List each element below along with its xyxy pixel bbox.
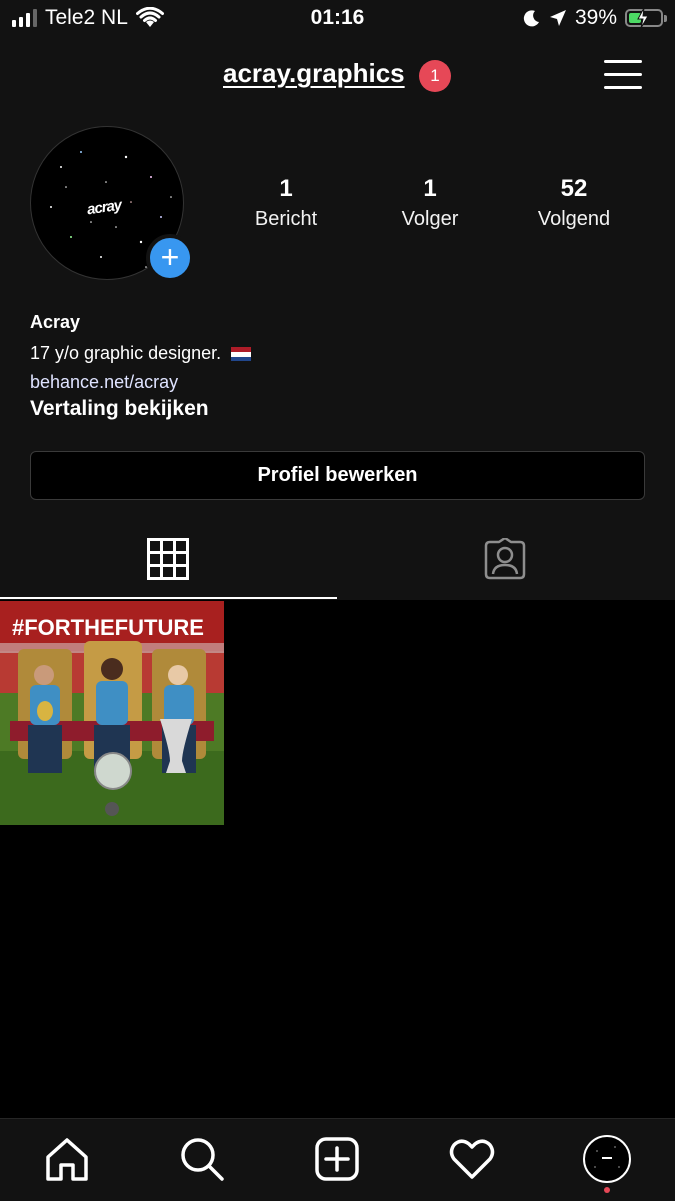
status-bar: Tele2 NL 01:16 39% <box>0 0 675 40</box>
active-tab-indicator <box>0 597 337 599</box>
profile-name: Acray <box>30 312 81 332</box>
nav-search[interactable] <box>178 1135 226 1183</box>
add-story-button[interactable]: + <box>146 234 194 282</box>
search-icon <box>181 1138 224 1181</box>
nav-avatar-image <box>594 1146 620 1168</box>
heart-icon <box>449 1139 495 1179</box>
post-image: #FORTHEFUTURE <box>0 601 224 825</box>
profile-header: acray.graphics 1 <box>0 54 675 100</box>
edit-profile-button[interactable]: Profiel bewerken <box>30 451 645 500</box>
bottom-navigation <box>0 1118 675 1201</box>
tagged-person-icon <box>484 538 526 580</box>
netherlands-flag-icon <box>231 347 252 362</box>
add-post-icon <box>315 1137 359 1181</box>
tab-tagged[interactable] <box>338 530 675 600</box>
post-caption-text: #FORTHEFUTURE <box>12 615 204 640</box>
grid-icon <box>147 538 189 580</box>
location-arrow-icon <box>549 10 566 26</box>
notification-badge[interactable]: 1 <box>419 60 451 92</box>
battery-percent: 39% <box>574 6 617 29</box>
stat-followers[interactable]: 1 Volger <box>360 174 500 234</box>
status-right: 39% <box>523 6 667 30</box>
stat-following[interactable]: 52 Volgend <box>504 174 644 234</box>
nav-add-post[interactable] <box>313 1135 361 1183</box>
translate-link[interactable]: Vertaling bekijken <box>30 397 209 421</box>
stat-followers-count: 1 <box>423 175 437 202</box>
stat-following-label: Volgend <box>537 208 611 230</box>
username-switcher[interactable]: acray.graphics <box>223 58 405 89</box>
profile-avatar-icon[interactable] <box>583 1135 631 1183</box>
stat-followers-label: Volger <box>401 208 459 230</box>
profile-bio: 17 y/o graphic designer. <box>30 343 252 364</box>
stat-posts-count: 1 <box>279 175 293 202</box>
menu-button[interactable] <box>604 58 642 92</box>
bio-text: 17 y/o graphic designer. <box>30 343 222 363</box>
post-thumbnail[interactable]: #FORTHEFUTURE <box>0 601 224 825</box>
stat-following-count: 52 <box>560 175 588 202</box>
battery-icon <box>625 8 667 28</box>
nav-home[interactable] <box>43 1135 91 1183</box>
tab-grid[interactable] <box>0 530 337 600</box>
stat-posts[interactable]: 1 Bericht <box>216 174 356 234</box>
home-icon <box>46 1138 88 1181</box>
moon-icon <box>523 10 539 27</box>
nav-activity[interactable] <box>448 1135 496 1183</box>
profile-link[interactable]: behance.net/acray <box>30 372 178 393</box>
profile-notification-dot <box>604 1187 610 1193</box>
stat-posts-label: Bericht <box>254 208 318 230</box>
